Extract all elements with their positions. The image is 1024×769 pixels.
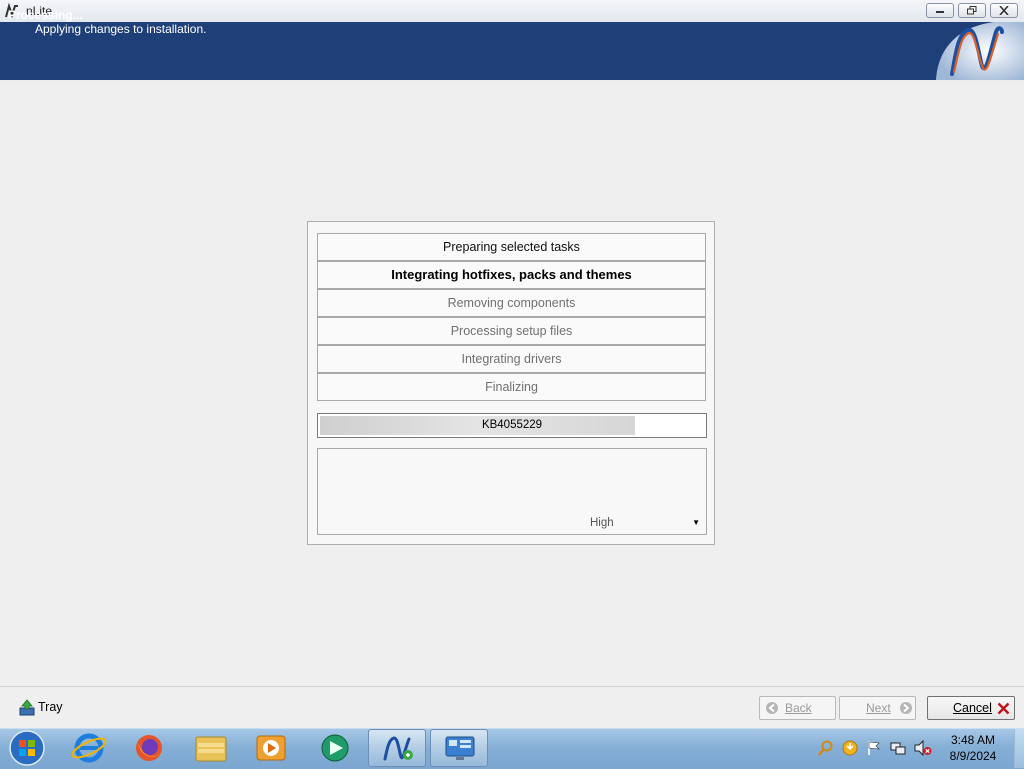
start-orb-icon[interactable] — [6, 729, 48, 767]
nlite-logo-icon — [936, 22, 1024, 80]
cancel-x-icon — [997, 702, 1010, 715]
cancel-button[interactable]: Cancel — [927, 696, 1015, 720]
volume-muted-icon[interactable] — [914, 740, 932, 756]
tray-button[interactable]: Tray — [18, 698, 68, 718]
close-window-button[interactable] — [990, 3, 1018, 18]
step-preparing-tasks: Preparing selected tasks — [317, 233, 706, 261]
update-shield-icon[interactable] — [842, 740, 858, 756]
firefox-icon[interactable] — [122, 729, 176, 767]
page-title: Processing... — [8, 8, 83, 22]
remote-desktop-icon — [445, 736, 475, 760]
priority-dropdown[interactable]: High ▼ — [588, 515, 704, 532]
taskbar-nlite-button[interactable] — [368, 729, 426, 767]
restore-icon — [967, 6, 977, 15]
tray-label: Tray — [38, 700, 63, 714]
show-desktop-button[interactable] — [1014, 729, 1024, 768]
action-center-flag-icon[interactable] — [866, 740, 882, 756]
back-label: Back — [785, 701, 812, 715]
clock-time: 3:48 AM — [950, 733, 996, 747]
step-processing-setup-files: Processing setup files — [317, 317, 706, 345]
next-arrow-icon — [900, 702, 912, 714]
media-player-icon[interactable] — [244, 729, 298, 767]
step-finalizing: Finalizing — [317, 373, 706, 401]
step-integrating-hotfixes: Integrating hotfixes, packs and themes — [317, 261, 706, 289]
back-arrow-icon — [766, 702, 778, 714]
step-removing-components: Removing components — [317, 289, 706, 317]
progress-label: KB4055229 — [481, 419, 543, 431]
network-icon[interactable] — [890, 740, 906, 756]
progress-bar: KB4055229 — [317, 413, 707, 438]
close-icon — [999, 6, 1009, 15]
restore-button[interactable] — [958, 3, 986, 18]
search-icon[interactable] — [818, 740, 834, 756]
minimize-icon — [936, 11, 944, 13]
system-clock[interactable]: 3:48 AM 8/9/2024 — [940, 732, 1006, 764]
internet-explorer-icon[interactable] — [62, 729, 116, 767]
cancel-label: Cancel — [953, 701, 992, 715]
next-label: Next — [866, 701, 891, 715]
minimize-button[interactable] — [926, 3, 954, 18]
priority-value: High — [590, 517, 614, 529]
tray-icon — [19, 699, 35, 716]
next-button[interactable]: Next — [839, 696, 916, 720]
media-center-icon[interactable] — [308, 729, 362, 767]
page-subtitle: Applying changes to installation. — [35, 22, 207, 36]
back-button[interactable]: Back — [759, 696, 836, 720]
step-integrating-drivers: Integrating drivers — [317, 345, 706, 373]
chevron-down-icon: ▼ — [692, 518, 700, 527]
file-explorer-icon[interactable] — [184, 729, 238, 767]
nlite-icon — [383, 736, 413, 761]
taskbar-remote-button[interactable] — [430, 729, 488, 767]
window-titlebar[interactable] — [0, 0, 1024, 23]
clock-date: 8/9/2024 — [949, 749, 997, 763]
